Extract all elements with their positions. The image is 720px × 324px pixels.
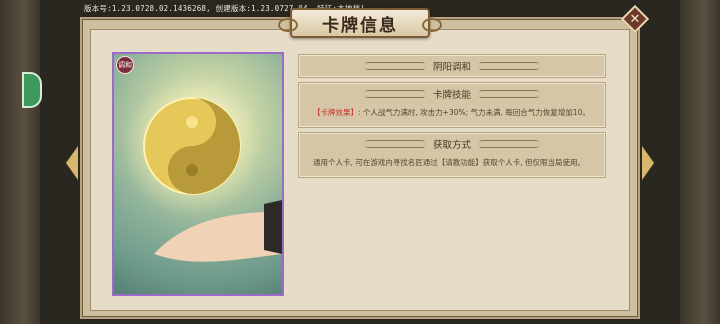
yin-yang-illustration (122, 76, 282, 262)
card-details: 阴阳调和 卡牌技能 【卡牌效果】: 个人战气力满时, 攻击力+30%; 气力未满… (298, 54, 606, 182)
card-name: 阴阳调和 (432, 62, 471, 73)
section-card-skill: 卡牌技能 【卡牌效果】: 个人战气力满时, 攻击力+30%; 气力未满, 每回合… (298, 82, 606, 128)
scroll-ornament-icon (364, 140, 425, 148)
section-title: 获取方式 (432, 140, 471, 151)
right-border (680, 0, 720, 324)
chevron-left-icon[interactable] (66, 146, 78, 180)
close-button[interactable]: ✕ (620, 4, 650, 34)
section-acquire: 获取方式 通用个人卡, 可在游戏内寻找名匠通过【请教功能】获取个人卡, 但仅限当… (298, 132, 606, 178)
section-title: 卡牌技能 (432, 90, 471, 101)
card-image: 调和 (112, 52, 284, 296)
side-tab[interactable] (22, 72, 42, 108)
scroll-ornament-icon (479, 90, 539, 98)
left-border (0, 0, 40, 324)
section-header: 获取方式 (299, 133, 605, 155)
section-header: 卡牌技能 (299, 83, 605, 105)
close-icon: ✕ (620, 4, 650, 34)
skill-description: 【卡牌效果】: 个人战气力满时, 攻击力+30%; 气力未满, 每回合气力恢复增… (299, 105, 605, 127)
skill-text: : 个人战气力满时, 攻击力+30%; 气力未满, 每回合气力恢复增加10。 (358, 108, 590, 117)
title-plaque: 卡牌信息 (278, 8, 442, 38)
scroll-ornament-icon (479, 62, 539, 70)
scroll-ornament-icon (479, 140, 539, 148)
section-header: 阴阳调和 (299, 55, 605, 77)
scroll-ornament-icon (364, 62, 425, 70)
acquire-description: 通用个人卡, 可在游戏内寻找名匠通过【请教功能】获取个人卡, 但仅限当局使用。 (313, 158, 586, 167)
scroll-ornament-icon (364, 90, 425, 98)
skill-highlight: 【卡牌效果】 (313, 108, 358, 117)
section-card-name: 阴阳调和 (298, 54, 606, 78)
page-title: 卡牌信息 (322, 15, 398, 36)
chevron-right-icon[interactable] (642, 146, 654, 180)
card-badge: 调和 (116, 56, 134, 74)
